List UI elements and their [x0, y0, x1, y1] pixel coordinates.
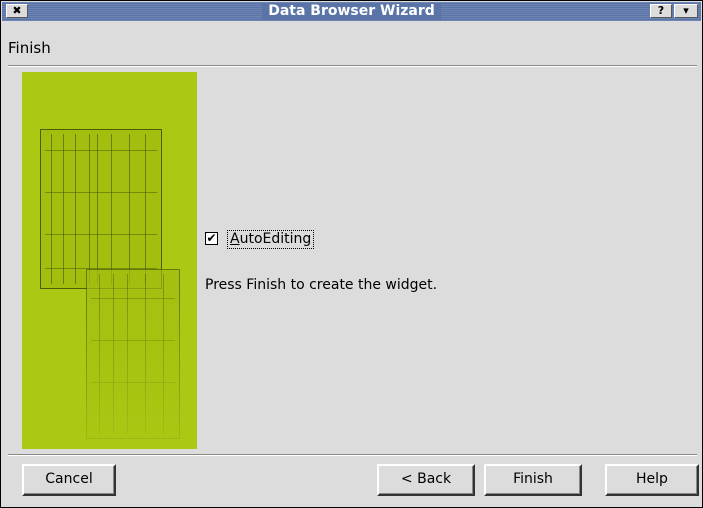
wizard-window: Data Browser Wizard ✖ ? ▾ Finish ✔ AutoE… [0, 0, 703, 508]
help-icon[interactable]: ? [650, 4, 672, 18]
autoediting-checkbox[interactable]: ✔ [205, 232, 218, 245]
window-title: Data Browser Wizard [262, 3, 441, 19]
divider [8, 65, 697, 67]
divider [8, 454, 697, 456]
finish-message: Press Finish to create the widget. [205, 277, 438, 293]
wizard-illustration [22, 72, 197, 449]
autoediting-label[interactable]: AutoEditing [227, 230, 315, 249]
page-title: Finish [8, 39, 51, 57]
close-icon[interactable]: ✖ [6, 4, 28, 18]
cancel-button[interactable]: Cancel [22, 464, 116, 496]
back-button[interactable]: < Back [377, 464, 475, 496]
title-bar[interactable]: Data Browser Wizard ✖ ? ▾ [2, 2, 701, 21]
form-sheet-icon [40, 129, 162, 289]
finish-button[interactable]: Finish [484, 464, 582, 496]
window-menu-icon[interactable]: ▾ [674, 4, 698, 18]
help-button[interactable]: Help [605, 464, 699, 496]
